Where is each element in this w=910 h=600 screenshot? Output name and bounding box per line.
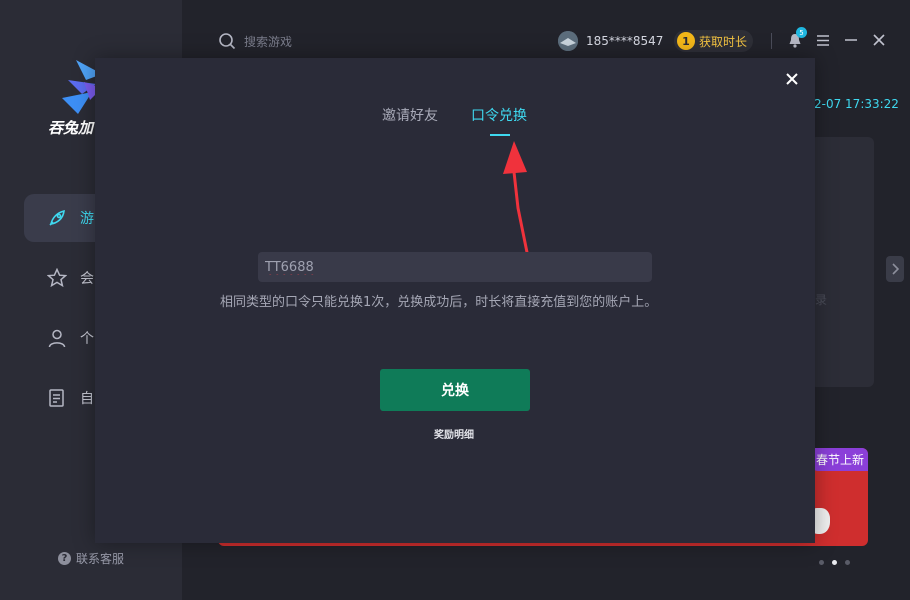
sidebar-item-label: 自 [80, 391, 94, 407]
coin-icon: 1 [677, 32, 695, 50]
carousel-dot[interactable] [819, 560, 824, 565]
tab-invite-friends[interactable]: 邀请好友 [382, 105, 438, 125]
banner-tag: 春节上新 [811, 448, 868, 471]
background-card-text: 录 [815, 293, 828, 307]
reward-details-link[interactable]: 奖励明细 [434, 426, 474, 441]
carousel-dot-active[interactable] [832, 560, 837, 565]
search-placeholder: 搜索游戏 [244, 34, 293, 49]
get-time-label: 获取时长 [699, 34, 748, 49]
close-window-icon[interactable] [870, 31, 888, 49]
redeem-hint-text: 相同类型的口令只能兑换1次，兑换成功后，时长将直接充值到您的账户上。 [220, 295, 658, 310]
carousel-next-icon[interactable] [886, 256, 904, 282]
datetime-display: 2-07 17:33:22 [814, 97, 899, 111]
carousel-dots [819, 560, 850, 565]
redeem-code-input[interactable] [258, 252, 652, 282]
tab-code-redeem[interactable]: 口令兑换 [471, 105, 527, 125]
notification-badge: 5 [796, 27, 807, 38]
redeem-button[interactable]: 兑换 [380, 369, 530, 411]
star-icon [46, 267, 68, 289]
document-icon [46, 387, 68, 409]
question-icon: ? [58, 552, 71, 565]
redeem-code-dialog: 邀请好友 口令兑换 相同类型的口令只能兑换1次，兑换成功后，时长将直接充值到您的… [95, 58, 815, 543]
rocket-icon [46, 207, 68, 229]
menu-icon[interactable] [814, 31, 832, 49]
background-card [810, 137, 874, 387]
notification-bell-icon[interactable]: 5 [786, 27, 807, 49]
get-time-button[interactable]: 1 获取时长 [674, 30, 754, 52]
user-account[interactable]: 185****8547 [558, 31, 663, 51]
sidebar-item-label: 会 [80, 271, 94, 287]
divider [771, 33, 772, 49]
sidebar-item-label: 个 [80, 331, 94, 347]
close-dialog-icon[interactable] [783, 70, 801, 88]
annotation-arrow [503, 141, 532, 268]
minimize-icon[interactable] [842, 31, 860, 49]
sidebar-item-label: 游 [80, 211, 94, 227]
avatar [558, 31, 578, 51]
search-box[interactable]: 搜索游戏 [218, 32, 292, 50]
search-icon [219, 33, 236, 50]
contact-support-link[interactable]: ? 联系客服 [58, 550, 124, 567]
logo-text: 吞兔加 [48, 119, 94, 137]
person-icon [46, 327, 68, 349]
carousel-dot[interactable] [845, 560, 850, 565]
active-tab-indicator [490, 134, 510, 136]
username: 185****8547 [586, 34, 664, 48]
support-label: 联系客服 [76, 552, 125, 566]
